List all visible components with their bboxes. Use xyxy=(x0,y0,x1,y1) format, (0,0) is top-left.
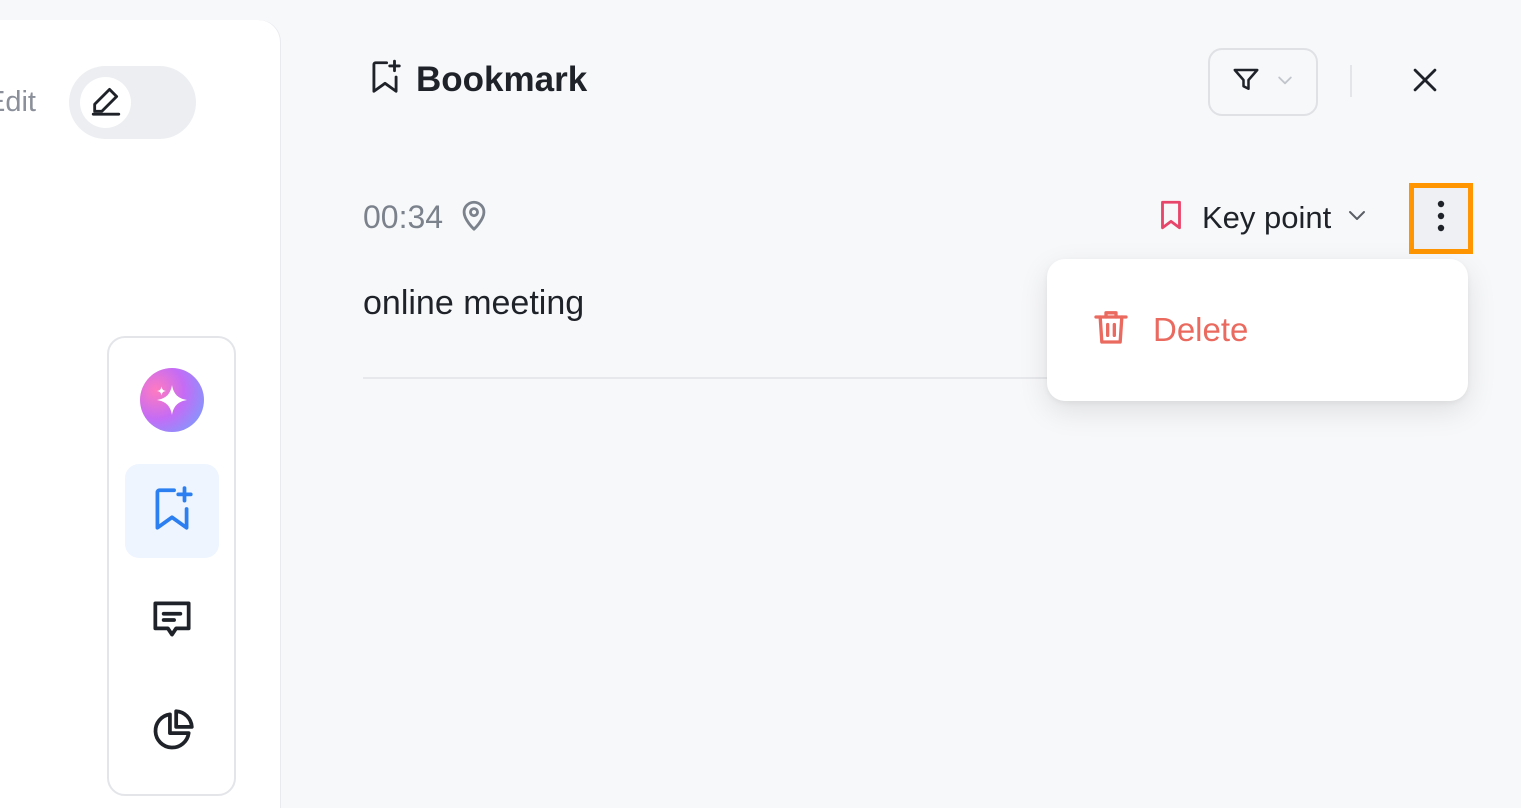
tag-select-label: Key point xyxy=(1202,199,1332,235)
sparkle-icon xyxy=(140,368,204,432)
bookmark-tool-button[interactable] xyxy=(125,464,219,558)
app-root: Edit xyxy=(0,0,1521,808)
location-pin-icon[interactable] xyxy=(457,198,491,237)
bookmark-add-icon xyxy=(147,484,197,539)
chevron-down-icon xyxy=(1345,203,1369,232)
edit-toggle-knob xyxy=(80,77,131,128)
bookmark-note[interactable]: online meeting xyxy=(363,284,584,323)
left-panel: Edit xyxy=(0,20,280,808)
comments-tool-button[interactable] xyxy=(125,575,219,669)
tool-rail xyxy=(107,336,236,796)
more-vertical-icon xyxy=(1436,199,1446,238)
timestamp-text: 00:34 xyxy=(363,199,444,235)
ai-assistant-button[interactable] xyxy=(125,353,219,447)
edit-mode-toggle[interactable] xyxy=(69,66,196,139)
tag-select[interactable]: Key point xyxy=(1154,198,1369,237)
close-button[interactable] xyxy=(1400,57,1450,107)
filter-button[interactable] xyxy=(1208,48,1318,116)
context-menu: Delete xyxy=(1047,259,1468,401)
message-icon xyxy=(147,595,197,650)
pie-chart-icon xyxy=(147,706,197,761)
header-divider xyxy=(1350,65,1352,97)
close-icon xyxy=(1408,63,1442,102)
pencil-icon xyxy=(89,83,123,122)
chevron-down-icon xyxy=(1275,70,1295,95)
edit-mode-label: Edit xyxy=(0,86,36,118)
more-options-button[interactable] xyxy=(1409,183,1473,254)
trash-icon xyxy=(1091,307,1131,352)
filter-icon xyxy=(1231,65,1261,100)
statistics-tool-button[interactable] xyxy=(125,686,219,780)
bookmark-icon xyxy=(1154,198,1188,237)
panel-title-text: Bookmark xyxy=(416,59,588,99)
menu-item-delete-label: Delete xyxy=(1153,310,1249,348)
bookmark-add-icon xyxy=(366,58,404,101)
menu-item-delete[interactable]: Delete xyxy=(1091,307,1248,352)
bookmark-timestamp[interactable]: 00:34 xyxy=(363,198,491,237)
panel-title: Bookmark xyxy=(366,58,587,101)
